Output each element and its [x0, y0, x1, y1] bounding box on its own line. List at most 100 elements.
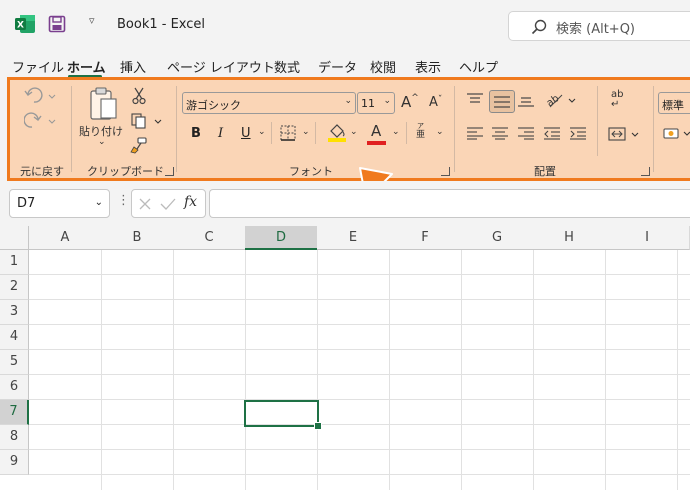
- tab-insert[interactable]: 挿入: [120, 57, 146, 76]
- tab-review[interactable]: 校閲: [370, 57, 396, 76]
- chevron-down-icon[interactable]: ⌄: [95, 197, 103, 208]
- formula-input[interactable]: [209, 189, 690, 218]
- font-name-combo[interactable]: 游ゴシック ⌄: [182, 92, 356, 114]
- decrease-indent-icon[interactable]: [543, 126, 561, 140]
- font-color-dropdown-icon[interactable]: ⌄: [392, 127, 400, 137]
- font-color-button[interactable]: A: [371, 122, 381, 140]
- divider: [315, 122, 316, 144]
- grow-font-button[interactable]: A^: [401, 93, 419, 111]
- borders-icon[interactable]: [280, 125, 296, 141]
- borders-dropdown-icon[interactable]: ⌄: [302, 127, 310, 137]
- more-options-icon[interactable]: ⋮: [117, 193, 130, 208]
- svg-text:ab: ab: [545, 93, 562, 109]
- column-header-f[interactable]: F: [389, 226, 462, 250]
- excel-app-icon[interactable]: X: [14, 14, 36, 34]
- column-header-e[interactable]: E: [317, 226, 390, 250]
- currency-format-icon[interactable]: [662, 124, 690, 142]
- grid-line: [29, 299, 690, 300]
- fill-handle[interactable]: [314, 422, 322, 430]
- worksheet-grid[interactable]: [0, 226, 690, 490]
- group-divider: [71, 86, 72, 172]
- alignment-dialog-launcher[interactable]: [641, 167, 650, 176]
- row-header-1[interactable]: 1: [0, 250, 29, 275]
- align-top-icon[interactable]: [466, 92, 484, 108]
- column-header-c[interactable]: C: [173, 226, 246, 250]
- column-header-d[interactable]: D: [245, 226, 318, 250]
- row-header-8[interactable]: 8: [0, 425, 29, 450]
- font-color-swatch: [367, 141, 386, 145]
- align-right-icon[interactable]: [517, 126, 535, 140]
- column-header-i[interactable]: I: [605, 226, 690, 250]
- grid-line: [29, 324, 690, 325]
- align-middle-button[interactable]: [489, 90, 515, 113]
- row-header-6[interactable]: 6: [0, 375, 29, 400]
- fill-color-icon[interactable]: [328, 123, 346, 143]
- grid-line: [533, 250, 534, 490]
- row-header-5[interactable]: 5: [0, 350, 29, 375]
- group-divider: [176, 86, 177, 172]
- underline-button[interactable]: U: [241, 126, 251, 141]
- increase-indent-icon[interactable]: [569, 126, 587, 140]
- row-header-7[interactable]: 7: [0, 400, 29, 425]
- font-dialog-launcher[interactable]: [441, 167, 450, 176]
- divider: [271, 122, 272, 144]
- row-header-4[interactable]: 4: [0, 325, 29, 350]
- row-header-2[interactable]: 2: [0, 275, 29, 300]
- column-header-b[interactable]: B: [101, 226, 174, 250]
- cancel-icon[interactable]: [138, 197, 152, 211]
- select-all-corner[interactable]: [0, 226, 29, 250]
- paste-dropdown-icon[interactable]: ⌄: [98, 137, 106, 147]
- shrink-font-button[interactable]: Aˇ: [429, 95, 442, 110]
- italic-button[interactable]: I: [218, 126, 223, 141]
- paste-icon[interactable]: [89, 86, 119, 122]
- align-bottom-icon[interactable]: [517, 92, 535, 108]
- insert-function-button[interactable]: fx: [184, 194, 197, 210]
- font-size-combo[interactable]: 11 ⌄: [357, 92, 395, 114]
- undo-icon[interactable]: [24, 87, 58, 105]
- tab-view[interactable]: 表示: [415, 57, 441, 76]
- column-header-a[interactable]: A: [29, 226, 102, 250]
- search-box[interactable]: 検索 (Alt+Q): [508, 11, 690, 41]
- redo-icon[interactable]: [24, 112, 58, 130]
- grid-line: [101, 250, 102, 490]
- grid-line: [29, 274, 690, 275]
- copy-icon[interactable]: [130, 112, 164, 130]
- format-painter-icon[interactable]: [130, 136, 148, 154]
- align-left-icon[interactable]: [466, 126, 484, 140]
- active-cell-d7[interactable]: [244, 400, 319, 427]
- tab-data[interactable]: データ: [318, 57, 357, 76]
- row-header-9[interactable]: 9: [0, 450, 29, 475]
- clipboard-dialog-launcher[interactable]: [165, 167, 174, 176]
- font-name-value: 游ゴシック: [186, 99, 241, 112]
- grid-line: [29, 474, 690, 475]
- number-format-combo[interactable]: 標準: [658, 92, 690, 114]
- clipboard-group-label: クリップボード: [87, 165, 164, 178]
- wrap-text-button[interactable]: ab ↵: [611, 90, 623, 110]
- cut-icon[interactable]: [132, 87, 146, 105]
- formula-buttons: fx: [131, 189, 206, 218]
- orientation-icon[interactable]: ab: [544, 90, 578, 110]
- merge-center-icon[interactable]: [608, 126, 642, 142]
- fill-color-dropdown-icon[interactable]: ⌄: [350, 127, 358, 137]
- tab-page-layout[interactable]: ページ レイアウト: [167, 57, 275, 76]
- column-header-g[interactable]: G: [461, 226, 534, 250]
- row-header-3[interactable]: 3: [0, 300, 29, 325]
- search-icon: [531, 19, 547, 35]
- bold-button[interactable]: B: [191, 126, 201, 141]
- align-center-icon[interactable]: [491, 126, 509, 140]
- customize-qat-button[interactable]: ▿: [89, 14, 95, 27]
- grid-line: [29, 349, 690, 350]
- phonetic-dropdown-icon[interactable]: ⌄: [436, 127, 444, 137]
- number-format-value: 標準: [662, 99, 684, 112]
- enter-icon[interactable]: [160, 197, 176, 211]
- underline-dropdown-icon[interactable]: ⌄: [258, 127, 266, 137]
- tab-formulas[interactable]: 数式: [274, 57, 300, 76]
- tab-help[interactable]: ヘルプ: [459, 57, 498, 76]
- grid-line: [29, 399, 690, 400]
- column-header-h[interactable]: H: [533, 226, 606, 250]
- name-box[interactable]: D7 ⌄: [9, 189, 110, 218]
- save-icon[interactable]: [48, 15, 66, 33]
- tab-home[interactable]: ホーム: [67, 57, 106, 76]
- tab-file[interactable]: ファイル: [12, 57, 64, 76]
- phonetic-guide-button[interactable]: ア亜: [416, 122, 425, 140]
